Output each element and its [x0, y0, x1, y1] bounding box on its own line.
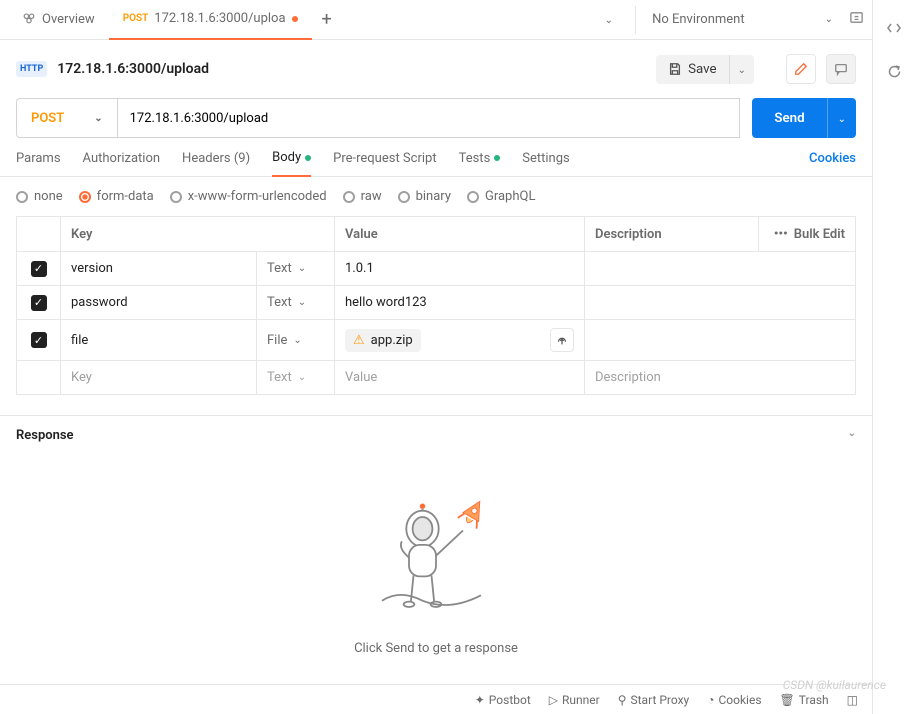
tab-tests[interactable]: Tests [459, 151, 501, 176]
footer-runner[interactable]: ▷Runner [549, 693, 600, 707]
type-select[interactable]: Text⌄ [257, 361, 335, 394]
tab-authorization[interactable]: Authorization [83, 151, 161, 176]
col-key: Key [61, 217, 335, 251]
type-select[interactable]: Text⌄ [257, 252, 335, 285]
new-value-input[interactable]: Value [335, 361, 585, 394]
cookie-icon: ◔ [707, 693, 714, 707]
table-row: ✓ file File⌄ ⚠ app.zip [17, 319, 855, 360]
warning-icon: ⚠ [353, 333, 365, 348]
footer-trash[interactable]: 🗑Trash [780, 693, 829, 707]
tab-body[interactable]: Body [272, 150, 311, 177]
play-icon: ▷ [549, 693, 558, 707]
cell-key[interactable]: password [61, 286, 257, 319]
tab-headers[interactable]: Headers (9) [182, 151, 250, 176]
table-row: ✓ version Text⌄ 1.0.1 [17, 251, 855, 285]
tab-overview-label: Overview [42, 12, 95, 27]
code-snippet-icon[interactable] [886, 20, 902, 40]
antenna-icon: ⚲ [618, 693, 627, 707]
file-chip: ⚠ app.zip [345, 329, 421, 352]
new-key-input[interactable]: Key [61, 361, 257, 394]
cell-value[interactable]: hello word123 [335, 286, 585, 319]
astronaut-illustration [346, 483, 526, 623]
environment-quicklook-icon[interactable] [849, 10, 864, 29]
row-checkbox[interactable]: ✓ [31, 332, 47, 348]
table-row: ✓ password Text⌄ hello word123 [17, 285, 855, 319]
new-tab-button[interactable]: + [312, 9, 342, 30]
active-dot-icon [494, 155, 500, 161]
tab-params[interactable]: Params [16, 151, 61, 176]
row-checkbox[interactable]: ✓ [31, 261, 47, 277]
radio-form-data[interactable]: form-data [79, 189, 154, 204]
radio-raw[interactable]: raw [343, 189, 382, 204]
cell-description[interactable] [585, 320, 855, 360]
watermark: CSDN @kuilaurence [783, 678, 886, 692]
sparkle-icon: ✦ [475, 693, 485, 707]
save-button[interactable]: Save [656, 55, 729, 84]
tab-method-tag: POST [123, 13, 149, 24]
panels-icon: ◫ [847, 693, 858, 707]
refresh-icon[interactable] [886, 64, 902, 84]
overview-icon [22, 11, 36, 29]
method-select[interactable]: POST ⌄ [16, 98, 117, 138]
footer-panels[interactable]: ◫ [847, 693, 858, 707]
http-badge: HTTP [16, 61, 47, 77]
comment-icon [834, 62, 848, 76]
cell-key[interactable]: file [61, 320, 257, 360]
response-hint: Click Send to get a response [354, 641, 518, 656]
cell-description[interactable] [585, 286, 855, 319]
cookies-link[interactable]: Cookies [809, 151, 856, 176]
radio-binary[interactable]: binary [398, 189, 451, 204]
divider [635, 6, 636, 34]
tab-overview[interactable]: Overview [8, 0, 109, 40]
pencil-icon [794, 62, 808, 76]
upload-file-button[interactable] [550, 328, 574, 352]
comments-button[interactable] [826, 54, 856, 84]
tab-settings[interactable]: Settings [522, 151, 569, 176]
edit-button[interactable] [786, 54, 816, 84]
radio-xwww[interactable]: x-www-form-urlencoded [170, 189, 327, 204]
cell-key[interactable]: version [61, 252, 257, 285]
save-icon [668, 62, 682, 76]
unsaved-dot-icon [292, 16, 298, 22]
collapse-response-icon[interactable]: ⌄ [848, 428, 856, 443]
environment-label: No Environment [652, 12, 745, 27]
table-row-new: Key Text⌄ Value Description [17, 360, 855, 394]
radio-none[interactable]: none [16, 189, 63, 204]
radio-graphql[interactable]: GraphQL [467, 189, 535, 204]
cell-value[interactable]: 1.0.1 [335, 252, 585, 285]
tab-request-active[interactable]: POST 172.18.1.6:3000/uploa [109, 0, 312, 40]
method-label: POST [31, 111, 64, 126]
tab-prerequest[interactable]: Pre-request Script [333, 151, 436, 176]
footer-cookies[interactable]: ◔Cookies [707, 693, 761, 707]
footer-postbot[interactable]: ✦Postbot [475, 693, 531, 707]
footer-start-proxy[interactable]: ⚲Start Proxy [618, 693, 690, 707]
url-input[interactable] [117, 98, 741, 138]
response-title: Response [16, 428, 74, 443]
tabs-dropdown[interactable]: ⌄ [591, 12, 627, 27]
environment-select[interactable]: No Environment ⌄ [644, 12, 841, 27]
save-dropdown[interactable]: ⌄ [729, 55, 754, 84]
col-description: Description [585, 217, 759, 251]
tab-request-label: 172.18.1.6:3000/uploa [154, 11, 285, 26]
chevron-down-icon: ⌄ [825, 14, 833, 25]
send-button[interactable]: Send [752, 98, 826, 138]
trash-icon: 🗑 [780, 693, 795, 707]
chevron-down-icon: ⌄ [94, 113, 102, 124]
cell-value[interactable]: ⚠ app.zip [335, 320, 585, 360]
type-select[interactable]: File⌄ [257, 320, 335, 360]
new-desc-input[interactable]: Description [585, 361, 855, 394]
request-title: 172.18.1.6:3000/upload [57, 61, 646, 77]
more-icon[interactable]: ••• [774, 227, 788, 242]
save-label: Save [688, 62, 717, 77]
bulk-edit-button[interactable]: Bulk Edit [794, 227, 845, 242]
active-dot-icon [305, 155, 311, 161]
send-dropdown[interactable]: ⌄ [827, 98, 856, 138]
form-data-table: Key Value Description ••• Bulk Edit ✓ ve… [16, 216, 856, 395]
type-select[interactable]: Text⌄ [257, 286, 335, 319]
row-checkbox[interactable]: ✓ [31, 295, 47, 311]
col-value: Value [335, 217, 585, 251]
cell-description[interactable] [585, 252, 855, 285]
